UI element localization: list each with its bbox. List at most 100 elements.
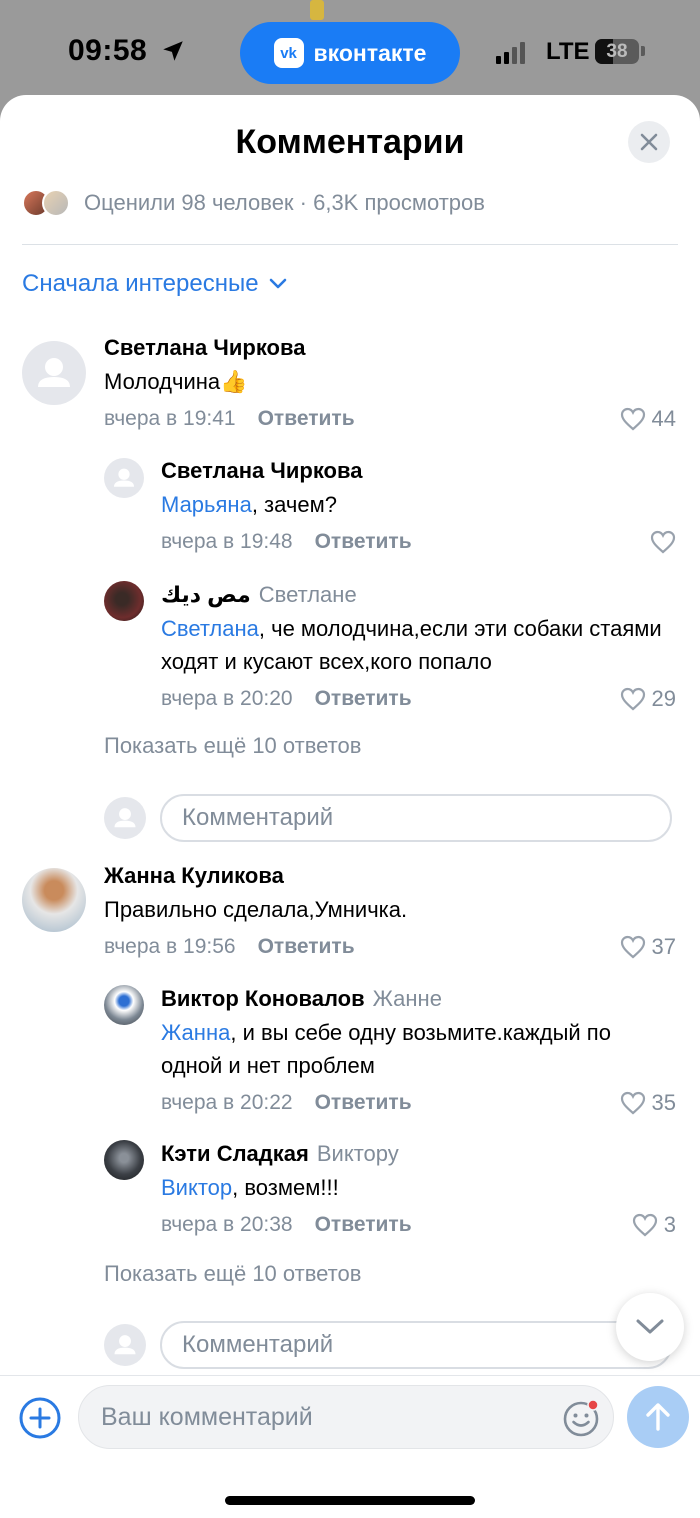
user-placeholder-icon: [114, 1335, 136, 1355]
avatar[interactable]: [104, 458, 144, 498]
close-button[interactable]: [628, 121, 670, 163]
reply-author: Светлана Чиркова: [161, 458, 676, 484]
comment-time: вчера в 19:41: [104, 407, 236, 430]
heart-icon: [620, 935, 645, 959]
reply: مص ديك Светлане Светлана, че молодчина,ес…: [161, 582, 676, 714]
reply-author-name[interactable]: Светлана Чиркова: [161, 458, 362, 483]
heart-icon: [620, 1091, 645, 1115]
reply-text: Светлана, че молодчина,если эти собаки с…: [161, 612, 676, 678]
reply-button[interactable]: Ответить: [258, 935, 355, 959]
user-placeholder-icon: [38, 358, 70, 387]
like-button[interactable]: 35: [620, 1090, 676, 1116]
comment: Жанна Куликова Правильно сделала,Умничка…: [104, 863, 676, 962]
notch-sticker-icon: [310, 0, 324, 20]
liker-avatar: [42, 189, 70, 217]
like-button[interactable]: 44: [620, 406, 676, 432]
reply-text: Виктор, возмем!!!: [161, 1171, 676, 1204]
reply-button[interactable]: Ответить: [315, 687, 412, 711]
like-count: 37: [651, 934, 676, 959]
emoji-icon[interactable]: [561, 1398, 601, 1438]
reply-time: вчера в 20:38: [161, 1213, 293, 1236]
user-placeholder-icon: [114, 468, 134, 487]
comment-input[interactable]: Комментарий: [160, 794, 672, 842]
mention-link[interactable]: Марьяна: [161, 492, 252, 517]
stats-text: Оценили 98 человек · 6,3K просмотров: [84, 190, 485, 215]
active-app-label: вконтакте: [313, 39, 427, 66]
my-avatar: [104, 1324, 146, 1366]
comment-author[interactable]: Светлана Чиркова: [104, 335, 676, 361]
home-indicator: [225, 1496, 475, 1505]
chevron-down-icon: [636, 1319, 664, 1334]
comment-input[interactable]: Комментарий: [160, 1321, 672, 1369]
mention-link[interactable]: Жанна: [161, 1020, 230, 1045]
reply-composer: Комментарий: [104, 794, 672, 842]
mention-link[interactable]: Виктор: [161, 1175, 232, 1200]
reply-text: Марьяна, зачем?: [161, 488, 676, 521]
comment-text: Молодчина👍: [104, 369, 248, 394]
reply-button[interactable]: Ответить: [315, 530, 412, 554]
reply-author-name[interactable]: Кэти Сладкая: [161, 1141, 309, 1166]
reply: Кэти Сладкая Виктору Виктор, возмем!!! вч…: [161, 1141, 676, 1240]
battery-cap: [641, 46, 645, 56]
reply-composer: Комментарий: [104, 1321, 672, 1369]
reply-author: Кэти Сладкая Виктору: [161, 1141, 676, 1167]
post-stats[interactable]: Оценили 98 человек · 6,3K просмотров: [22, 187, 485, 219]
sort-label: Сначала интересные: [22, 270, 259, 297]
like-button[interactable]: [650, 530, 676, 554]
network-type: LTE: [546, 38, 590, 65]
close-icon: [640, 133, 658, 151]
reply-author-name[interactable]: Виктор Коновалов: [161, 986, 365, 1011]
reply: Светлана Чиркова Марьяна, зачем? вчера в…: [161, 458, 676, 557]
like-count: 29: [651, 686, 676, 711]
avatar[interactable]: [104, 985, 144, 1025]
reply-button[interactable]: Ответить: [315, 1213, 412, 1237]
sheet-title: Комментарии: [235, 123, 465, 161]
heart-icon: [650, 530, 676, 554]
comment: Светлана Чиркова Молодчина👍 вчера в 19:4…: [104, 335, 676, 434]
divider: [22, 244, 678, 245]
active-app-pill[interactable]: vk вконтакте: [240, 22, 460, 84]
comment-input-placeholder: Ваш комментарий: [101, 1402, 313, 1431]
reply-button[interactable]: Ответить: [315, 1091, 412, 1115]
like-button[interactable]: 3: [632, 1212, 676, 1238]
send-button[interactable]: [627, 1386, 689, 1448]
reply-author-name[interactable]: مص ديك: [161, 582, 251, 607]
reply-meta: вчера в 20:20 Ответить 29: [161, 684, 676, 714]
show-more-replies[interactable]: Показать ещё 10 ответов: [104, 733, 361, 759]
like-button[interactable]: 29: [620, 686, 676, 712]
reply: Виктор Коновалов Жанне Жанна, и вы себе о…: [161, 986, 676, 1118]
chevron-down-icon: [269, 278, 286, 289]
cellular-signal-icon: [496, 40, 525, 64]
like-count: 3: [663, 1212, 676, 1237]
status-time: 09:58: [68, 34, 148, 67]
avatar[interactable]: [22, 868, 86, 932]
reply-author: مص ديك Светлане: [161, 582, 676, 608]
reply-body: , возмем!!!: [232, 1175, 339, 1200]
reply-to: Светлане: [258, 582, 357, 607]
show-more-replies[interactable]: Показать ещё 10 ответов: [104, 1261, 361, 1287]
avatar[interactable]: [104, 1140, 144, 1180]
comment-author[interactable]: Жанна Куликова: [104, 863, 676, 889]
send-arrow-icon: [646, 1403, 670, 1431]
avatar[interactable]: [104, 581, 144, 621]
mention-link[interactable]: Светлана: [161, 616, 259, 641]
avatar[interactable]: [22, 341, 86, 405]
comment-text-input[interactable]: Ваш комментарий: [78, 1385, 614, 1449]
comment-text: Правильно сделала,Умничка.: [104, 897, 408, 922]
reply-button[interactable]: Ответить: [258, 407, 355, 431]
reply-meta: вчера в 20:38 Ответить 3: [161, 1210, 676, 1240]
comment-composer: Ваш комментарий: [0, 1375, 700, 1518]
my-avatar: [104, 797, 146, 839]
location-arrow-icon: [163, 41, 183, 61]
reply-body: , зачем?: [251, 492, 337, 517]
sort-dropdown[interactable]: Сначала интересные: [22, 270, 287, 298]
status-bar: 09:58 vk вконтакте LTE 38: [0, 0, 700, 100]
reply-time: вчера в 19:48: [161, 530, 293, 553]
like-button[interactable]: 37: [620, 934, 676, 960]
like-count: 44: [651, 406, 676, 431]
reply-time: вчера в 20:22: [161, 1091, 293, 1114]
scroll-down-button[interactable]: [616, 1293, 684, 1361]
add-attachment-icon[interactable]: [18, 1396, 62, 1440]
reply-meta: вчера в 19:48 Ответить: [161, 527, 676, 557]
comment-meta: вчера в 19:56 Ответить 37: [104, 932, 676, 962]
